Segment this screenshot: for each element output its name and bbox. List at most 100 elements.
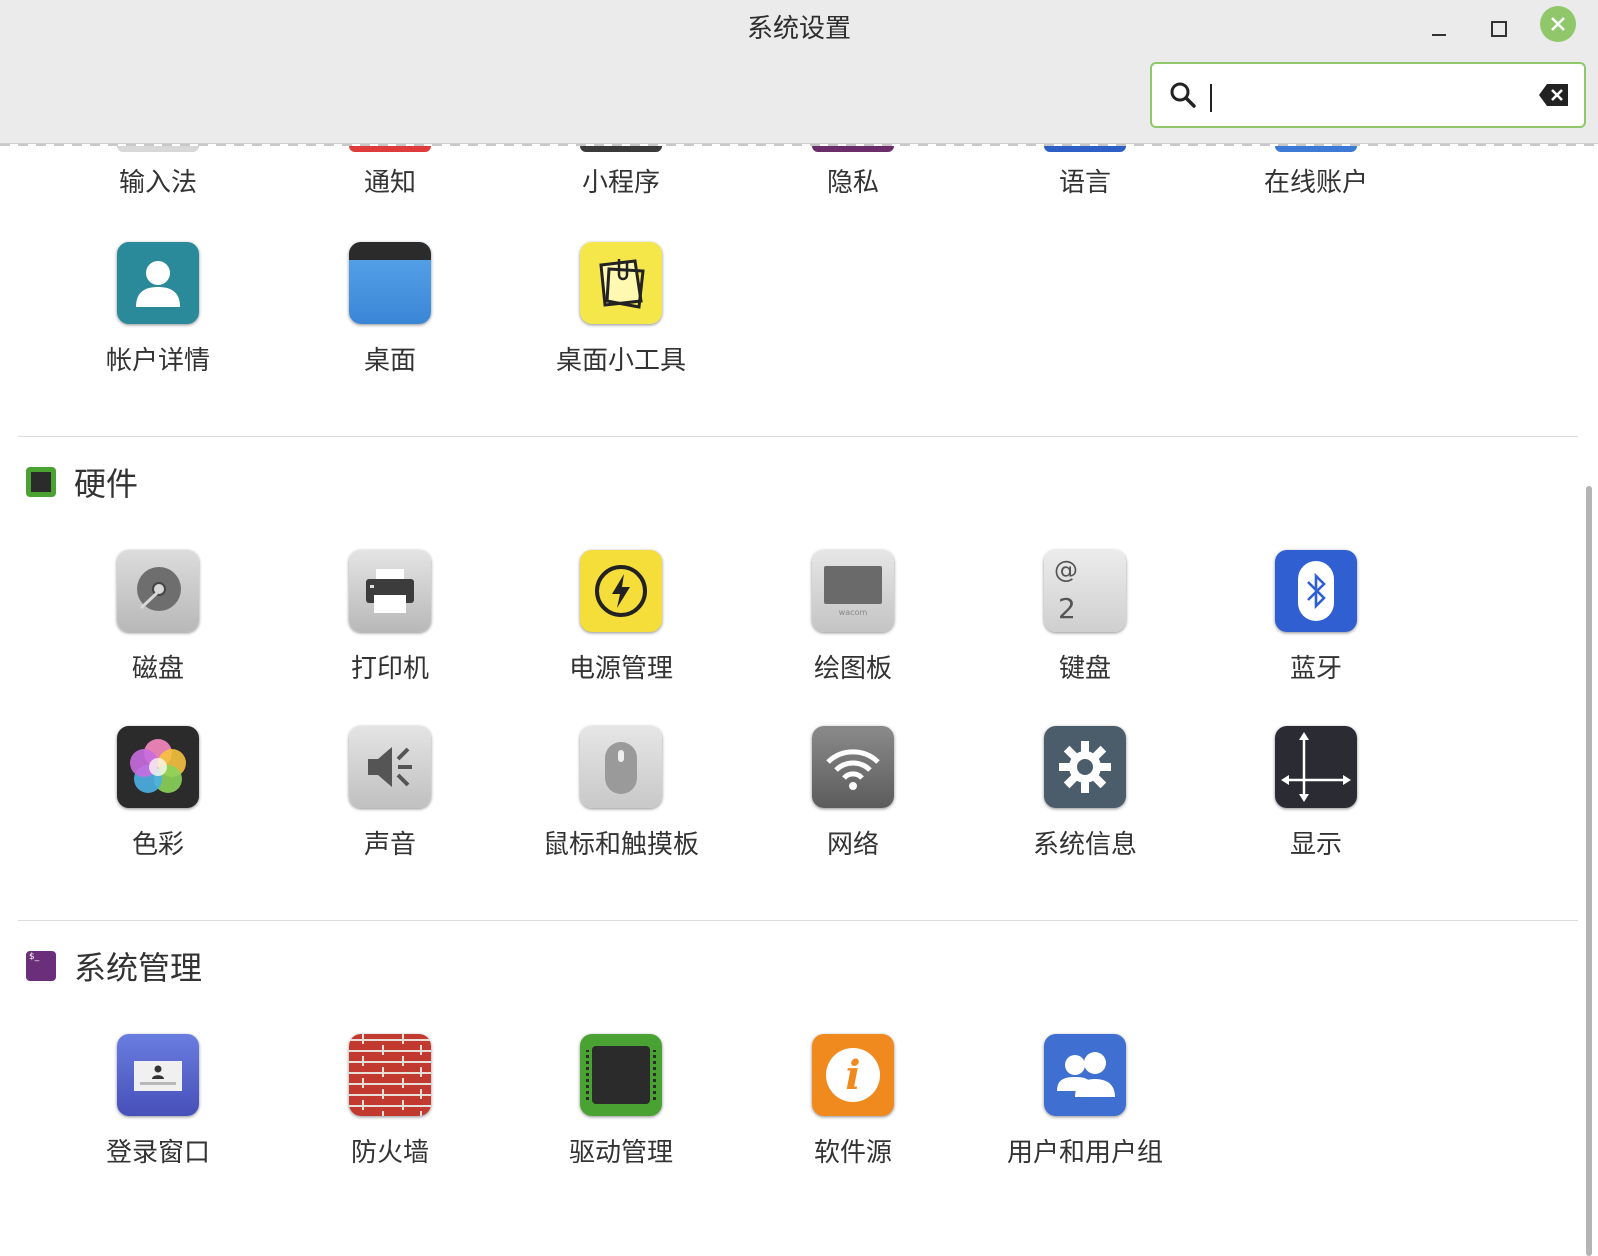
tile-label: 桌面 — [363, 346, 416, 376]
tile-bluetooth[interactable]: 蓝牙 — [1201, 550, 1431, 685]
search-field[interactable] — [1150, 62, 1586, 128]
tile-label: 输入法 — [118, 168, 197, 198]
tile-sound[interactable]: 声音 — [275, 726, 505, 861]
tile-login-window[interactable]: 登录窗口 — [43, 1034, 273, 1169]
section-header-administration: $_ 系统管理 — [26, 946, 203, 987]
tile-label: 登录窗口 — [105, 1138, 210, 1168]
minimize-icon — [1432, 34, 1446, 36]
section-title: 硬件 — [74, 465, 139, 503]
tile-label: 色彩 — [131, 830, 184, 860]
tile-users-groups[interactable]: 用户和用户组 — [970, 1034, 1200, 1169]
tile-notifications[interactable]: 通知 — [275, 162, 505, 199]
tile-privacy[interactable]: 隐私 — [738, 162, 968, 199]
language-icon — [1044, 146, 1126, 152]
notification-icon — [349, 146, 431, 152]
tile-label: 打印机 — [350, 654, 429, 684]
software-sources-icon: i — [812, 1034, 894, 1116]
keyboard-icon: @ 2 — [1044, 550, 1126, 632]
close-icon — [1551, 17, 1565, 31]
tile-label: 系统信息 — [1032, 830, 1137, 860]
keyboard-at-glyph: @ — [1054, 556, 1078, 584]
tile-network[interactable]: 网络 — [738, 726, 968, 861]
disks-icon — [117, 550, 199, 632]
network-icon — [812, 726, 894, 808]
login-window-icon — [117, 1034, 199, 1116]
tile-desktop[interactable]: 桌面 — [275, 242, 505, 377]
tile-color[interactable]: 色彩 — [43, 726, 273, 861]
clear-icon[interactable] — [1538, 82, 1570, 108]
vertical-scrollbar[interactable] — [1586, 486, 1592, 1256]
system-info-icon — [1044, 726, 1126, 808]
tile-mouse-touchpad[interactable]: 鼠标和触摸板 — [506, 726, 736, 861]
tile-label: 绘图板 — [813, 654, 892, 684]
section-divider — [18, 436, 1578, 437]
terminal-prompt-glyph: $_ — [29, 952, 40, 962]
tile-software-sources[interactable]: i 软件源 — [738, 1034, 968, 1169]
mouse-icon — [580, 726, 662, 808]
terminal-icon: $_ — [26, 951, 56, 981]
tile-label: 蓝牙 — [1289, 654, 1342, 684]
tile-account-details[interactable]: 帐户详情 — [43, 242, 273, 377]
tile-graphics-tablet[interactable]: wacom 绘图板 — [738, 550, 968, 685]
users-groups-icon — [1044, 1034, 1126, 1116]
maximize-button[interactable] — [1478, 8, 1520, 50]
hardware-chip-icon — [26, 467, 56, 497]
input-method-icon — [117, 146, 199, 152]
desklets-icon — [580, 242, 662, 324]
close-button[interactable] — [1540, 6, 1576, 42]
text-cursor — [1210, 84, 1212, 112]
search-icon — [1170, 82, 1196, 108]
tile-label: 驱动管理 — [568, 1138, 673, 1168]
driver-manager-icon — [580, 1034, 662, 1116]
online-accounts-icon — [1275, 146, 1357, 152]
applets-icon — [580, 146, 662, 152]
tile-label: 隐私 — [826, 168, 879, 198]
desktop-icon — [349, 242, 431, 324]
tile-driver-manager[interactable]: 驱动管理 — [506, 1034, 736, 1169]
tile-firewall[interactable]: 防火墙 — [275, 1034, 505, 1169]
power-icon — [580, 550, 662, 632]
tile-label: 显示 — [1289, 830, 1342, 860]
header-bar: 系统设置 — [0, 0, 1598, 144]
tile-input-method[interactable]: 输入法 — [43, 162, 273, 199]
color-icon — [117, 726, 199, 808]
section-header-hardware: 硬件 — [26, 462, 139, 503]
tile-label: 桌面小工具 — [555, 346, 686, 376]
tile-label: 防火墙 — [350, 1138, 429, 1168]
graphics-tablet-icon: wacom — [812, 550, 894, 632]
privacy-icon — [812, 146, 894, 152]
keyboard-two-glyph: 2 — [1058, 592, 1076, 625]
tile-applets[interactable]: 小程序 — [506, 162, 736, 199]
tile-label: 小程序 — [581, 168, 660, 198]
tile-label: 语言 — [1058, 168, 1111, 198]
tile-printers[interactable]: 打印机 — [275, 550, 505, 685]
tile-label: 帐户详情 — [105, 346, 210, 376]
account-details-icon — [117, 242, 199, 324]
tile-label: 在线账户 — [1263, 168, 1368, 198]
tile-label: 网络 — [826, 830, 879, 860]
tile-label: 电源管理 — [568, 654, 673, 684]
tile-display[interactable]: 显示 — [1201, 726, 1431, 861]
tile-label: 用户和用户组 — [1006, 1138, 1163, 1168]
tile-label: 磁盘 — [131, 654, 184, 684]
tile-languages[interactable]: 语言 — [970, 162, 1200, 199]
section-divider — [18, 920, 1578, 921]
minimize-button[interactable] — [1418, 8, 1460, 50]
sound-icon — [349, 726, 431, 808]
tile-label: 鼠标和触摸板 — [542, 830, 699, 860]
tile-label: 声音 — [363, 830, 416, 860]
tile-power-management[interactable]: 电源管理 — [506, 550, 736, 685]
firewall-icon — [349, 1034, 431, 1116]
tile-system-info[interactable]: 系统信息 — [970, 726, 1200, 861]
search-input[interactable] — [1216, 74, 1520, 118]
tile-label: 通知 — [363, 168, 416, 198]
tile-online-accounts[interactable]: 在线账户 — [1201, 162, 1431, 199]
tile-desklets[interactable]: 桌面小工具 — [506, 242, 736, 377]
tile-disks[interactable]: 磁盘 — [43, 550, 273, 685]
tile-keyboard[interactable]: @ 2 键盘 — [970, 550, 1200, 685]
tile-label: 键盘 — [1058, 654, 1111, 684]
section-title: 系统管理 — [74, 949, 203, 987]
window-title: 系统设置 — [746, 14, 851, 44]
tile-label: 软件源 — [813, 1138, 892, 1168]
printer-icon — [349, 550, 431, 632]
